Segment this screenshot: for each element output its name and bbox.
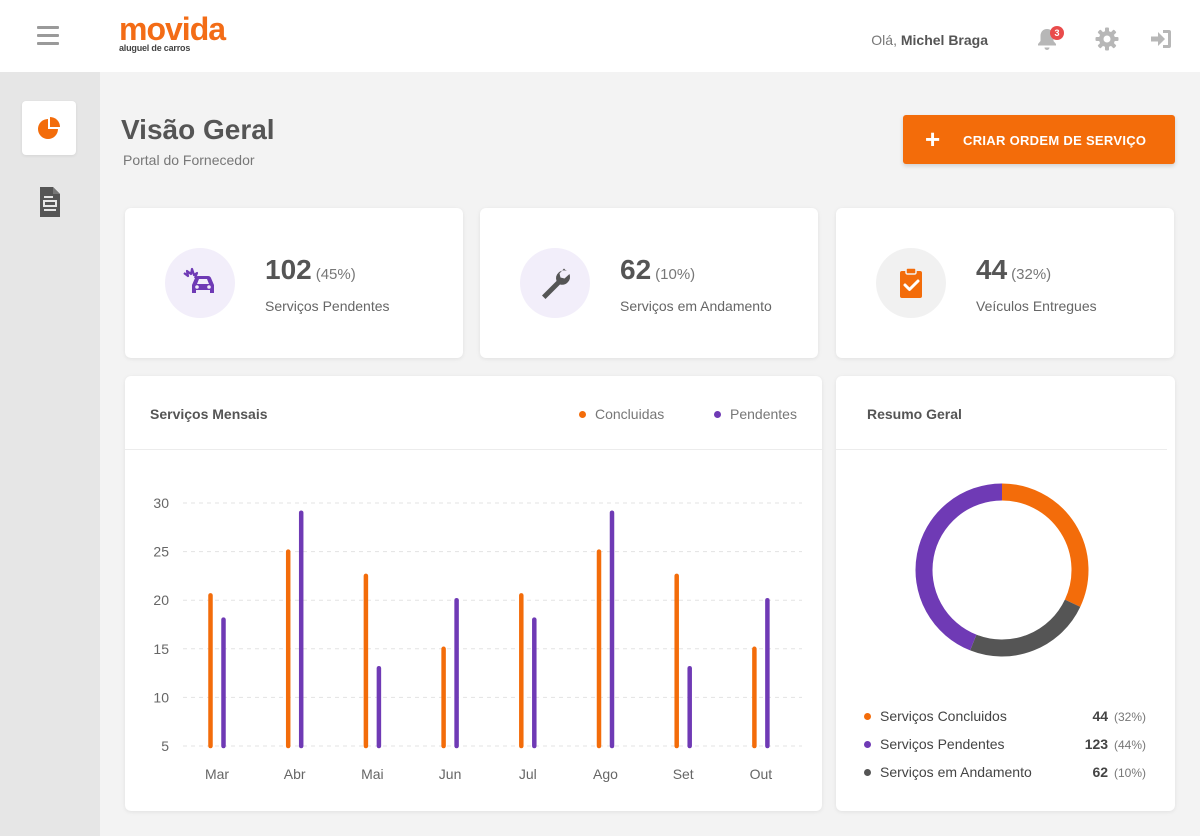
logout-icon[interactable] bbox=[1148, 26, 1174, 52]
stat-card-pending: 102 (45%) Serviços Pendentes bbox=[125, 208, 463, 358]
document-icon bbox=[40, 187, 60, 217]
pie-chart-icon bbox=[38, 117, 60, 139]
movida-logo[interactable]: movida aluguel de carros bbox=[119, 11, 226, 53]
summary-number: 123 bbox=[1084, 736, 1109, 752]
stat-value: 62 (10%) bbox=[620, 254, 695, 286]
summary-percent: (44%) bbox=[1113, 738, 1146, 752]
summary-label: Serviços Concluidos bbox=[880, 708, 1007, 724]
top-header: movida aluguel de carros Olá, Michel Bra… bbox=[0, 0, 1200, 72]
y-tick-label: 30 bbox=[153, 495, 169, 511]
stat-percent: (10%) bbox=[655, 266, 696, 283]
legend-concluidas: Concluidas bbox=[579, 406, 664, 422]
create-button-label: CRIAR ORDEM DE SERVIÇO bbox=[963, 133, 1147, 148]
summary-value: 62 (10%) bbox=[1093, 764, 1146, 780]
legend-label: Pendentes bbox=[730, 406, 797, 422]
x-tick-label: Abr bbox=[284, 766, 306, 782]
notification-badge: 3 bbox=[1050, 26, 1064, 40]
chart-title: Serviços Mensais bbox=[150, 406, 268, 422]
logo-text: movida bbox=[119, 11, 226, 47]
x-tick-label: Ago bbox=[593, 766, 618, 782]
x-tick-label: Out bbox=[750, 766, 773, 782]
summary-row-andamento: Serviços em Andamento 62 (10%) bbox=[864, 764, 1146, 780]
y-tick-label: 5 bbox=[161, 738, 169, 754]
sidebar-item-dashboard[interactable] bbox=[22, 101, 76, 155]
legend-label: Concluidas bbox=[595, 406, 665, 422]
page-title: Visão Geral bbox=[121, 114, 275, 145]
donut-slice bbox=[970, 599, 1081, 657]
y-tick-label: 15 bbox=[153, 641, 169, 657]
stat-value: 44 (32%) bbox=[976, 254, 1051, 286]
x-tick-label: Set bbox=[673, 766, 694, 782]
stat-number: 102 bbox=[265, 254, 312, 285]
user-name: Michel Braga bbox=[900, 32, 988, 48]
x-tick-label: Mai bbox=[361, 766, 384, 782]
x-tick-label: Jul bbox=[519, 766, 537, 782]
legend-dot-purple bbox=[714, 410, 721, 418]
legend-dot-orange bbox=[579, 410, 586, 418]
summary-donut-chart bbox=[915, 483, 1089, 657]
stat-label: Serviços Pendentes bbox=[265, 298, 390, 314]
x-tick-label: Mar bbox=[205, 766, 229, 782]
sidebar-item-documents[interactable] bbox=[22, 175, 76, 229]
donut-slice bbox=[1001, 483, 1089, 607]
stat-label: Veículos Entregues bbox=[976, 298, 1097, 314]
stat-percent: (45%) bbox=[315, 266, 356, 283]
stat-value: 102 (45%) bbox=[265, 254, 356, 286]
wrench-icon bbox=[542, 268, 570, 299]
sidebar bbox=[0, 72, 100, 836]
summary-percent: (10%) bbox=[1113, 766, 1146, 780]
stat-number: 62 bbox=[620, 254, 652, 285]
stat-label: Serviços em Andamento bbox=[620, 298, 772, 314]
y-tick-label: 20 bbox=[153, 592, 169, 608]
page-subtitle: Portal do Fornecedor bbox=[123, 152, 255, 168]
summary-title: Resumo Geral bbox=[867, 406, 962, 422]
monthly-bar-chart: 5 10 15 20 25 30 Mar Abr Mai Jun Jul Ago Set Out bbox=[153, 495, 802, 782]
legend-dot-orange bbox=[864, 712, 871, 720]
user-greeting: Olá, Michel Braga bbox=[871, 32, 988, 48]
stat-percent: (32%) bbox=[1011, 266, 1052, 283]
donut-slice bbox=[915, 483, 1003, 651]
summary-number: 44 bbox=[1092, 708, 1109, 724]
stat-card-in-progress: 62 (10%) Serviços em Andamento bbox=[480, 208, 818, 358]
monthly-services-card: Serviços Mensais Concluidas Pendentes 5 1… bbox=[125, 376, 822, 811]
menu-icon[interactable] bbox=[37, 26, 59, 46]
summary-row-pendentes: Serviços Pendentes 123 (44%) bbox=[864, 736, 1146, 752]
summary-percent: (32%) bbox=[1113, 710, 1146, 724]
stat-icon-circle bbox=[520, 248, 590, 318]
stat-card-delivered: 44 (32%) Veículos Entregues bbox=[836, 208, 1174, 358]
summary-number: 62 bbox=[1092, 764, 1109, 780]
gear-icon[interactable] bbox=[1094, 26, 1120, 52]
summary-value: 123 (44%) bbox=[1085, 736, 1146, 752]
card-divider bbox=[836, 449, 1167, 450]
plus-icon: + bbox=[925, 124, 941, 154]
clipboard-check-icon bbox=[900, 267, 922, 298]
car-crash-icon bbox=[183, 267, 214, 293]
summary-row-concluidos: Serviços Concluidos 44 (32%) bbox=[864, 708, 1146, 724]
legend-dot-purple bbox=[864, 740, 871, 748]
greeting-prefix: Olá, bbox=[871, 32, 897, 48]
summary-label: Serviços em Andamento bbox=[880, 764, 1032, 780]
stat-icon-circle bbox=[876, 248, 946, 318]
y-tick-label: 10 bbox=[153, 689, 169, 705]
summary-value: 44 (32%) bbox=[1093, 708, 1146, 724]
x-tick-label: Jun bbox=[439, 766, 462, 782]
summary-card: Resumo Geral Serviços Concluidos 44 (32%… bbox=[836, 376, 1175, 811]
create-service-order-button[interactable]: + CRIAR ORDEM DE SERVIÇO bbox=[903, 115, 1175, 164]
y-tick-label: 25 bbox=[153, 544, 169, 560]
legend-dot-gray bbox=[864, 768, 871, 776]
stat-number: 44 bbox=[976, 254, 1008, 285]
legend-pendentes: Pendentes bbox=[714, 406, 797, 422]
summary-label: Serviços Pendentes bbox=[880, 736, 1005, 752]
stat-icon-circle bbox=[165, 248, 235, 318]
